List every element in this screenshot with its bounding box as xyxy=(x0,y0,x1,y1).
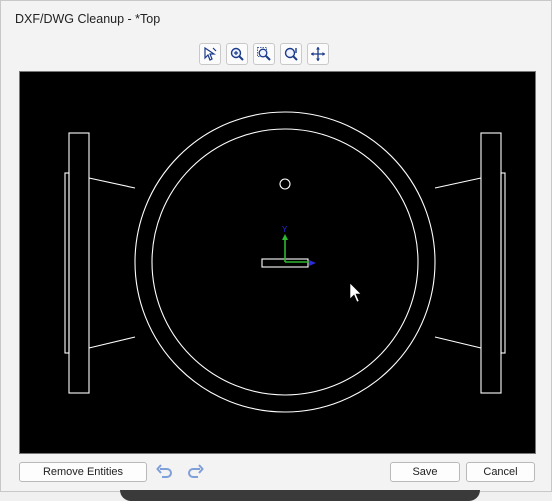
cancel-button[interactable]: Cancel xyxy=(466,462,535,482)
taskbar-edge xyxy=(120,490,480,501)
left-flange-inner xyxy=(64,172,70,354)
undo-redo-group xyxy=(155,462,205,482)
mouse-cursor xyxy=(349,282,362,303)
valve-drawing: Y xyxy=(64,111,506,413)
zoom-in-icon xyxy=(230,47,244,61)
left-neck xyxy=(88,177,136,349)
zoom-fit-icon xyxy=(284,47,298,61)
undo-icon xyxy=(156,464,172,478)
zoom-window-button[interactable] xyxy=(253,43,275,65)
pan-move-icon xyxy=(311,47,325,61)
undo-button[interactable] xyxy=(155,462,175,482)
y-axis-label: Y xyxy=(282,225,288,234)
zoom-tool-button[interactable] xyxy=(226,43,248,65)
view-toolbar xyxy=(199,43,329,65)
small-hole-circle xyxy=(279,178,291,190)
right-neck xyxy=(434,177,482,349)
left-flange-outer xyxy=(68,132,90,394)
redo-icon xyxy=(188,464,204,478)
dxf-cleanup-dialog: DXF/DWG Cleanup - *Top Y Remove Entities… xyxy=(0,0,552,492)
origin-axes: Y xyxy=(282,225,316,266)
redo-button[interactable] xyxy=(185,462,205,482)
right-flange-inner xyxy=(500,172,506,354)
select-tool-button[interactable] xyxy=(199,43,221,65)
select-arrow-icon xyxy=(204,46,217,61)
drawing-canvas[interactable]: Y xyxy=(19,71,536,454)
zoom-fit-button[interactable] xyxy=(280,43,302,65)
remove-entities-button[interactable]: Remove Entities xyxy=(19,462,147,482)
zoom-window-icon xyxy=(257,47,271,61)
dialog-title: DXF/DWG Cleanup - *Top xyxy=(15,12,161,26)
save-button[interactable]: Save xyxy=(390,462,460,482)
pan-button[interactable] xyxy=(307,43,329,65)
right-flange-outer xyxy=(480,132,502,394)
